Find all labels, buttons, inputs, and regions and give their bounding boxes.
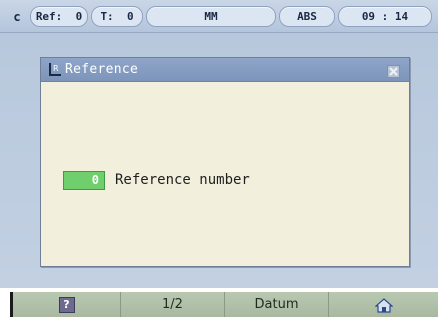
reference-icon: R: [48, 62, 62, 77]
mode-letter: c: [13, 10, 21, 24]
reference-number-field[interactable]: 0: [63, 171, 105, 190]
status-bar: c Ref: 0 T: 0 MM ABS 09 : 14: [0, 0, 438, 33]
home-softkey[interactable]: [329, 292, 438, 317]
tool-label: T:: [100, 10, 114, 23]
datum-label: Datum: [254, 297, 299, 312]
units-indicator: MM: [146, 6, 276, 27]
dialog-title: Reference: [65, 62, 139, 77]
close-icon[interactable]: [387, 63, 400, 78]
ref-indicator: Ref: 0: [30, 6, 88, 27]
help-icon: ?: [58, 297, 75, 313]
tool-indicator: T: 0: [91, 6, 143, 27]
svg-text:R: R: [53, 64, 59, 73]
ref-label: Ref:: [35, 10, 63, 23]
reference-dialog: R Reference 0 Reference number: [40, 57, 410, 267]
datum-softkey[interactable]: Datum: [225, 292, 329, 317]
tool-value: 0: [126, 10, 134, 23]
ref-value: 0: [75, 10, 83, 23]
units-label: MM: [204, 10, 218, 23]
help-softkey[interactable]: ?: [13, 292, 121, 317]
dro-screen: c Ref: 0 T: 0 MM ABS 09 : 14 R Reference…: [0, 0, 438, 321]
clock: 09 : 14: [338, 6, 432, 27]
main-area: R Reference 0 Reference number: [0, 33, 438, 288]
page-indicator: 1/2: [162, 297, 183, 312]
position-mode-indicator: ABS: [279, 6, 335, 27]
softkey-bar: ? 1/2 Datum: [0, 288, 438, 321]
home-icon: [373, 297, 394, 321]
page-softkey[interactable]: 1/2: [121, 292, 225, 317]
reference-number-label: Reference number: [115, 172, 250, 188]
dialog-title-bar: R Reference: [41, 58, 409, 82]
position-mode-label: ABS: [297, 10, 317, 23]
clock-time: 09 : 14: [361, 10, 409, 23]
